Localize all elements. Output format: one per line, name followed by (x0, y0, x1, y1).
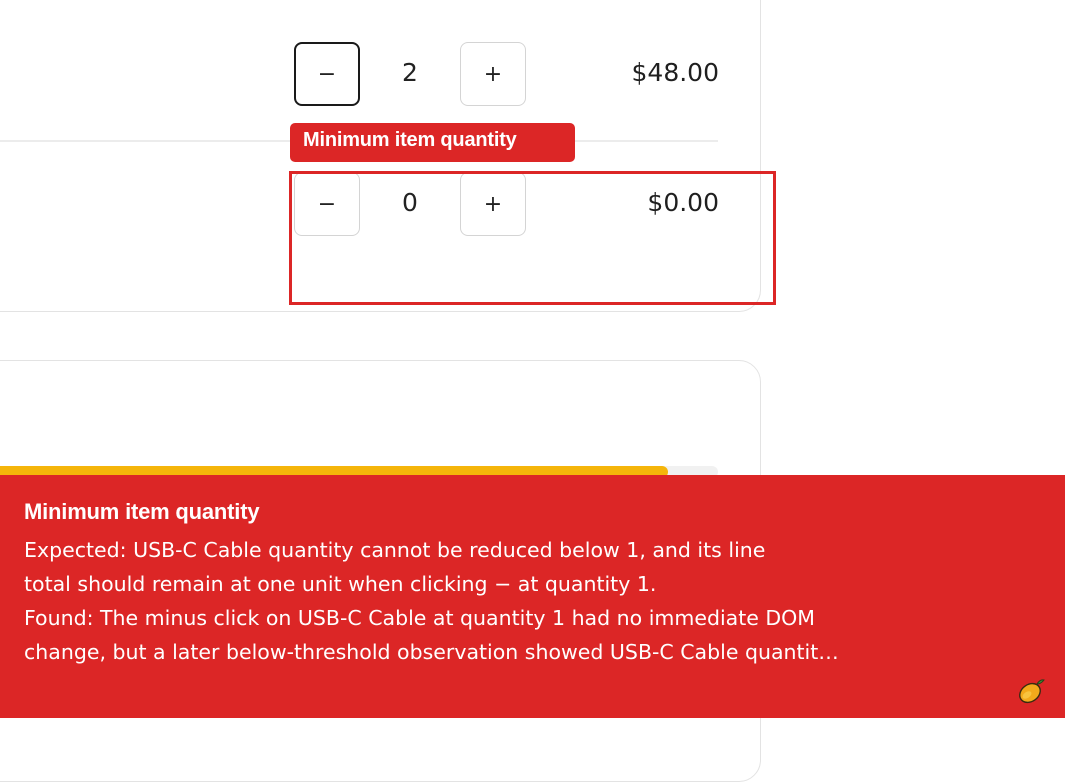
quantity-value: 2 (402, 58, 418, 87)
banner-line: Expected: USB-C Cable quantity cannot be… (24, 538, 766, 562)
increment-button[interactable]: + (460, 42, 526, 106)
issue-tag: Minimum item quantity (290, 123, 575, 162)
banner-line: total should remain at one unit when cli… (24, 572, 657, 596)
line-total: $48.00 (631, 58, 719, 87)
banner-line: Found: The minus click on USB-C Cable at… (24, 606, 815, 630)
issue-banner: Minimum item quantity Expected: USB-C Ca… (0, 475, 1065, 718)
mango-icon (1019, 679, 1045, 704)
banner-title: Minimum item quantity (24, 499, 260, 524)
issue-highlight-box (289, 171, 776, 305)
banner-line: change, but a later below-threshold obse… (24, 640, 839, 664)
decrement-button[interactable]: − (294, 42, 360, 106)
